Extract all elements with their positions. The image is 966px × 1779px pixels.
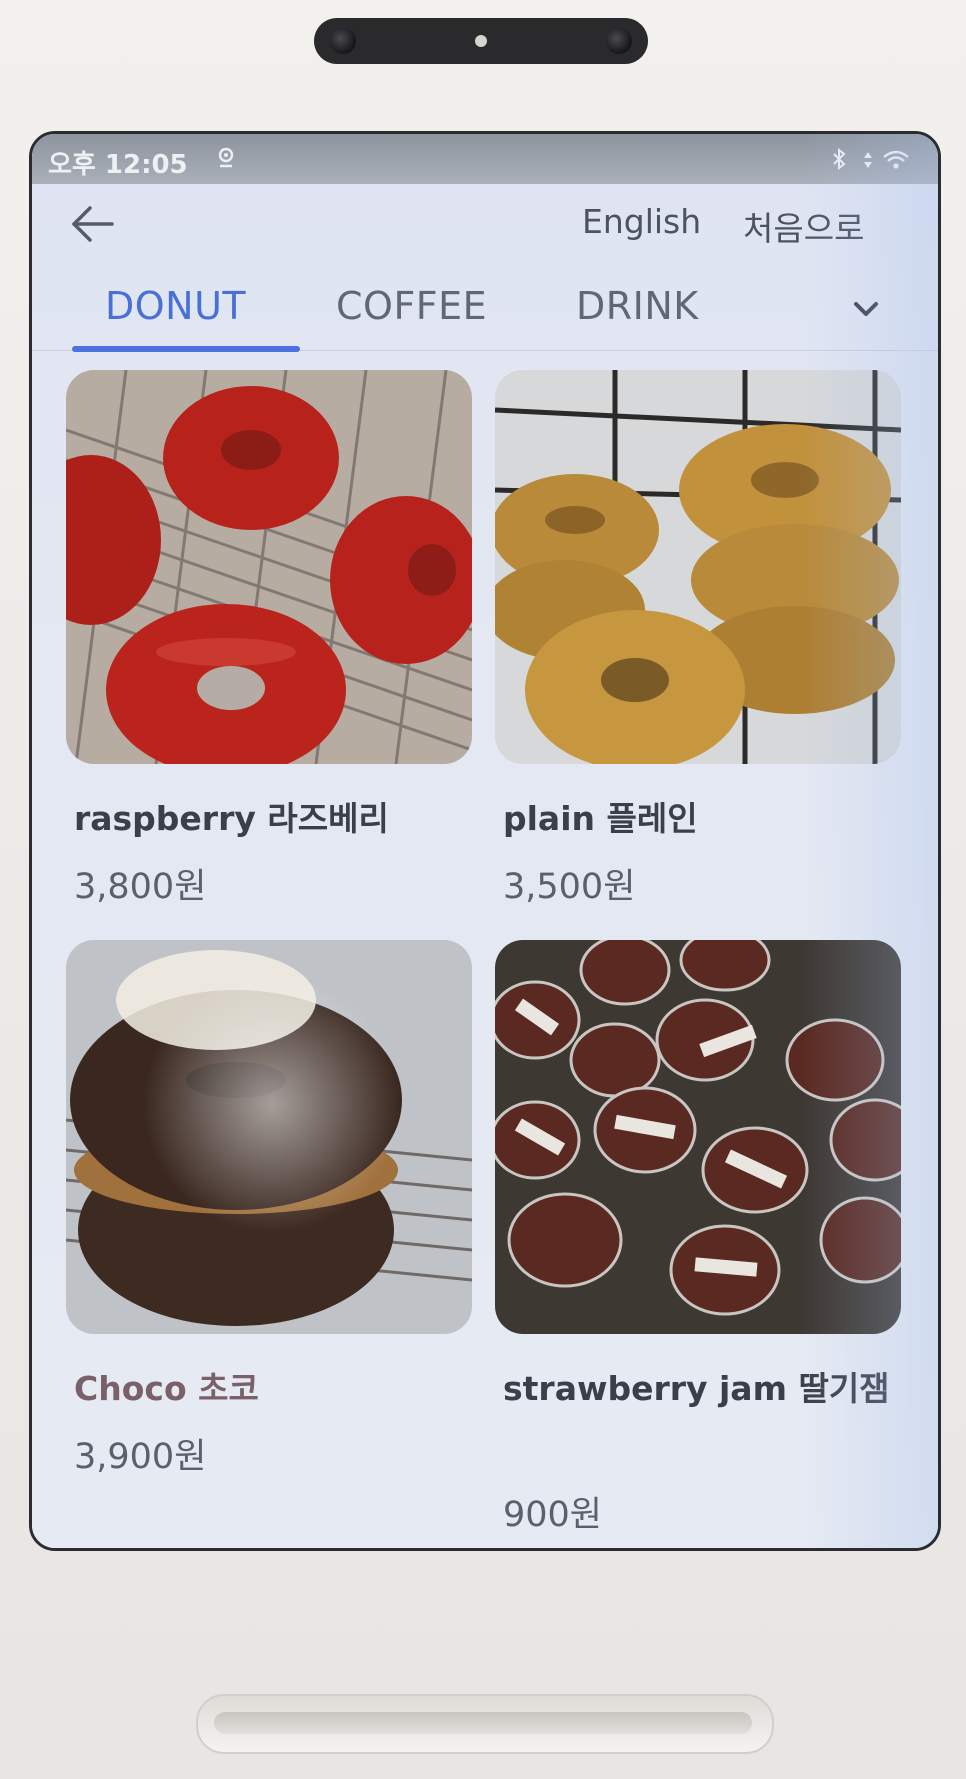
tab-drink[interactable]: DRINK (576, 284, 699, 328)
back-arrow-icon[interactable] (68, 202, 120, 246)
product-price: 900원 (503, 1495, 603, 1535)
tab-coffee[interactable]: COFFEE (336, 284, 487, 328)
product-name: Choco 초코 (74, 1369, 259, 1408)
product-image-raspberry (66, 370, 472, 764)
tab-donut[interactable]: DONUT (105, 284, 246, 328)
sensor-icon (475, 35, 487, 47)
card-slot[interactable] (196, 1694, 774, 1754)
product-card-strawberry-jam[interactable]: strawberry jam 딸기잼 900원 (495, 940, 901, 1535)
product-price: 3,800원 (74, 867, 207, 907)
product-card-plain[interactable]: plain 플레인 3,500원 (495, 370, 901, 907)
status-icons (830, 147, 916, 177)
product-name: raspberry 라즈베리 (74, 799, 389, 838)
wifi-icon (883, 150, 909, 169)
product-name: plain 플레인 (503, 799, 698, 838)
product-image-strawberry-jam (495, 940, 901, 1334)
top-bar: English 처음으로 (32, 184, 938, 264)
product-card-raspberry[interactable]: raspberry 라즈베리 3,800원 (66, 370, 472, 907)
status-bar: 오후 12:05 (32, 134, 938, 184)
language-button[interactable]: English (582, 202, 701, 241)
product-card-choco[interactable]: Choco 초코 3,900원 (66, 940, 472, 1480)
camera-bar (314, 18, 648, 64)
category-tabs: DONUT COFFEE DRINK (32, 264, 938, 352)
kiosk-screen: 오후 12:05 English 처음으로 DONUT COFFEE DRINK… (29, 131, 941, 1551)
chevron-down-icon[interactable] (848, 292, 884, 328)
product-image-choco (66, 940, 472, 1334)
product-image-plain (495, 370, 901, 764)
home-button[interactable]: 처음으로 (743, 202, 864, 250)
product-price: 3,500원 (503, 867, 636, 907)
camera-lens-icon (330, 28, 356, 54)
status-time: 오후 12:05 (48, 150, 188, 180)
card-slot-opening (214, 1712, 752, 1734)
product-price: 3,900원 (74, 1437, 207, 1477)
location-pin-icon (217, 147, 235, 168)
data-arrows-icon (864, 152, 872, 168)
bluetooth-icon (833, 147, 846, 171)
kiosk-device: 오후 12:05 English 처음으로 DONUT COFFEE DRINK… (0, 0, 966, 1779)
active-tab-indicator (72, 346, 300, 352)
product-name: strawberry jam 딸기잼 (503, 1369, 890, 1408)
camera-lens-icon (606, 28, 632, 54)
